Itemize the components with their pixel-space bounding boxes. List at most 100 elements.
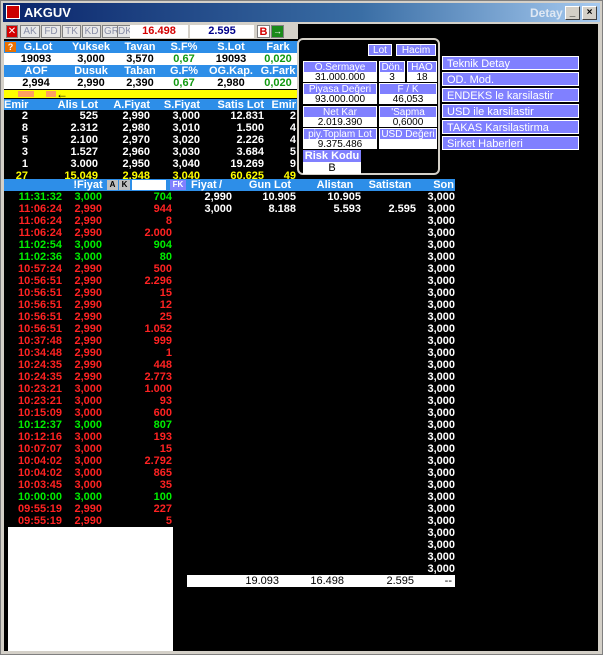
- hacim-button[interactable]: Hacim: [396, 44, 436, 56]
- sort-a-button[interactable]: A: [107, 180, 118, 190]
- trade-lot: 1.000: [144, 383, 172, 395]
- son-value: 3,000: [427, 239, 455, 251]
- menu-teknik-detay[interactable]: Teknik Detay: [442, 56, 579, 70]
- depth-row: 2 525 2,990 3,000 12.831 2: [4, 110, 298, 122]
- trade-price: 2,990: [74, 311, 102, 323]
- trade-row: 10:56:51 2,990 15: [4, 287, 172, 299]
- menu-takas[interactable]: TAKAS Karsilastirma: [442, 120, 579, 134]
- trade-lot: 865: [153, 467, 172, 479]
- tab-kd[interactable]: KD: [82, 25, 101, 38]
- usd-degeri-label: USD Değeri: [379, 128, 437, 140]
- detail-label: Detay: [530, 6, 563, 20]
- fundamentals-panel: Lot Hacim O.Sermaye 31.000.000 Dön. 3 HA…: [297, 38, 440, 175]
- minimize-button[interactable]: _: [565, 6, 580, 20]
- trade-price: 3,000: [74, 479, 102, 491]
- son-value: 3,000: [427, 323, 455, 335]
- son-value: 3,000: [427, 311, 455, 323]
- col-taban: Taban: [124, 65, 156, 77]
- trade-time: 10:56:51: [17, 287, 62, 299]
- son-value: 3,000: [427, 491, 455, 503]
- depth-row: 5 2.100 2,970 3,020 2.226 4: [4, 134, 298, 146]
- son-value: 3,000: [427, 227, 455, 239]
- tab-fd[interactable]: FD: [41, 25, 61, 38]
- window-title: AKGUV: [24, 5, 71, 20]
- trade-row: 10:56:51 2,990 1.052: [4, 323, 172, 335]
- total-son: --: [444, 575, 452, 587]
- depth-row: 1 3.000 2,950 3,040 19.269 9: [4, 158, 298, 170]
- son-value: 3,000: [427, 527, 455, 539]
- close-x-icon[interactable]: ✕: [6, 25, 18, 38]
- sapma-value: 0,6000: [379, 118, 437, 128]
- lot-button[interactable]: Lot: [368, 44, 392, 56]
- filter-input[interactable]: [132, 180, 166, 190]
- trade-time: 10:07:07: [17, 443, 62, 455]
- sort-icon: /: [219, 179, 223, 191]
- depth-cell: 3,030: [172, 146, 200, 158]
- fk-button[interactable]: FK: [170, 180, 186, 190]
- trade-price: 2,990: [74, 503, 102, 515]
- depth-cell: 3: [21, 146, 28, 158]
- menu-sirket-haberleri[interactable]: Sirket Haberleri: [442, 136, 579, 150]
- trade-lot: 35: [159, 479, 172, 491]
- trade-price: 2,990: [74, 215, 102, 227]
- range-marker: [46, 91, 56, 97]
- depth-table: 2 525 2,990 3,000 12.831 2 8 2.312 2,980 3,010 1.5…: [4, 110, 298, 182]
- trade-lot: 12: [159, 299, 172, 311]
- menu-endeks[interactable]: ENDEKS le karsilastir: [442, 88, 579, 102]
- trade-lot: 704: [153, 191, 172, 203]
- son-value: 3,000: [427, 563, 455, 575]
- son-value: 3,000: [427, 443, 455, 455]
- depth-cell: 2.312: [70, 122, 98, 134]
- trade-price: 2,990: [74, 323, 102, 335]
- trade-lot: 2.792: [144, 455, 172, 467]
- trade-row: 11:31:32 3,000 704: [4, 191, 172, 203]
- depth-cell: 2: [21, 110, 28, 122]
- help-icon[interactable]: ?: [5, 42, 16, 52]
- risk-kodu-value: B: [303, 162, 361, 174]
- trade-lot: 5: [165, 515, 172, 527]
- son-value: 3,000: [427, 347, 455, 359]
- tab-ak[interactable]: AK: [20, 25, 40, 38]
- tab-tk[interactable]: TK: [62, 25, 81, 38]
- trade-row: 10:15:09 3,000 600: [4, 407, 172, 419]
- yuksek-value: 3,000: [77, 53, 105, 65]
- son-value: 3,000: [427, 431, 455, 443]
- trade-time: 10:12:37: [17, 419, 62, 431]
- trade-time: 10:24:35: [17, 359, 62, 371]
- close-button[interactable]: ×: [582, 6, 597, 20]
- trade-price: 3,000: [74, 419, 102, 431]
- son-value: 3,000: [427, 395, 455, 407]
- trade-row: 11:02:36 3,000 80: [4, 251, 172, 263]
- b-button[interactable]: B: [257, 25, 270, 38]
- main-window: AKGUV Detay _ × ✕ AK FD TK KD GR DK 16.4…: [0, 0, 603, 655]
- trade-time: 10:24:35: [17, 371, 62, 383]
- trade-price: 2,990: [74, 287, 102, 299]
- depth-row: 3 1.527 2,960 3,030 3.684 5: [4, 146, 298, 158]
- son-value: 3,000: [427, 203, 455, 215]
- trade-time: 11:31:32: [18, 191, 62, 203]
- col-dusuk: Dusuk: [74, 65, 108, 77]
- sort-k-button[interactable]: K: [119, 180, 130, 190]
- arrow-right-icon[interactable]: →: [271, 25, 284, 38]
- trade-row: 11:06:24 2,990 2.000: [4, 227, 172, 239]
- trade-row: 10:24:35 2,990 448: [4, 359, 172, 371]
- gfark-value: 0,020: [264, 77, 292, 89]
- trade-time: 10:23:21: [17, 383, 62, 395]
- trade-row: 10:04:02 3,000 865: [4, 467, 172, 479]
- net-kar-value: 2.019.390: [303, 118, 377, 128]
- piy-toplam-lot-value: 9.375.486: [303, 140, 377, 150]
- son-value: 3,000: [427, 503, 455, 515]
- trade-row: 09:55:19 2,990 5: [4, 515, 172, 527]
- son-value: 3,000: [427, 287, 455, 299]
- col-fiyat-trades[interactable]: !Fiyat: [68, 179, 108, 191]
- depth-cell: 2,980: [122, 122, 150, 134]
- title-bar[interactable]: AKGUV Detay _ ×: [3, 3, 600, 22]
- son-value: 3,000: [427, 551, 455, 563]
- trade-row: 10:37:48 2,990 999: [4, 335, 172, 347]
- menu-usd[interactable]: USD ile karsilastir: [442, 104, 579, 118]
- depth-cell: 1.500: [236, 122, 264, 134]
- trade-time: 10:57:24: [17, 263, 62, 275]
- depth-cell: 9: [289, 158, 296, 170]
- trade-lot: 193: [153, 431, 172, 443]
- menu-od-mod[interactable]: OD. Mod.: [442, 72, 579, 86]
